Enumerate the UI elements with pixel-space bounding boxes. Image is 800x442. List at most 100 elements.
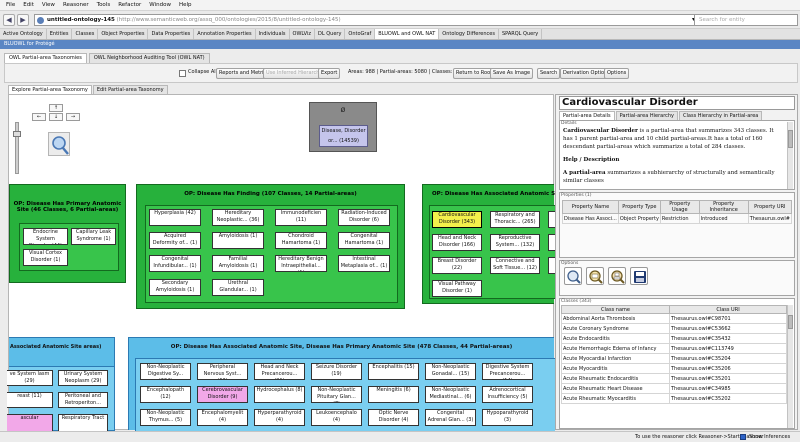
tab-partial-area-hierarchy[interactable]: Partial-area Hierarchy: [615, 111, 679, 120]
partial-area-cell[interactable]: Adrenocortical Insufficiency (5): [482, 386, 533, 403]
partial-area-cell[interactable]: Peripheral Nervous Syst... (63): [197, 363, 248, 380]
entity-search-input[interactable]: Search for entity: [694, 14, 798, 26]
tab-partial-area-details[interactable]: Partial-area Details: [559, 111, 615, 120]
table-row[interactable]: Disease Has Associ... Object Property Re…: [562, 213, 793, 224]
partial-area-cell[interactable]: Non-Neoplastic Thymus... (5): [140, 409, 191, 426]
partial-area-cell[interactable]: Hyperparathyroid (4): [254, 409, 305, 426]
partial-area-cell[interactable]: Secondary Amyloidosis (1): [149, 279, 201, 296]
partial-area-cell[interactable]: Hereditary Neoplastic... (36): [212, 209, 264, 226]
tab-individuals[interactable]: Individuals: [256, 29, 290, 39]
partial-area-cell[interactable]: Reproductive System... (132): [490, 234, 540, 251]
forward-arrow-icon[interactable]: ▶: [17, 14, 29, 26]
pan-down-icon[interactable]: ↓: [49, 113, 63, 121]
column-header[interactable]: Class name: [561, 305, 670, 314]
back-arrow-icon[interactable]: ◀: [3, 14, 15, 26]
partial-area-cell[interactable]: Hyperplasia (42): [149, 209, 201, 226]
collapse-all-checkbox[interactable]: [179, 70, 186, 77]
root-area[interactable]: Ø Disease, Disorder or... (14539): [309, 102, 377, 152]
magnifier-icon[interactable]: [48, 132, 70, 156]
partial-area-cell[interactable]: Amyloidosis (1): [212, 232, 264, 249]
partial-area-cell[interactable]: Visual Cortex Disorder (1): [23, 249, 68, 266]
partial-area-cell[interactable]: Visual Pathway Disorder (1): [432, 280, 482, 297]
partial-area-cell[interactable]: Non-Neoplastic Digestive Sy... (234): [140, 363, 191, 380]
partial-area-cell[interactable]: Non-Neoplastic Mediastinal... (6): [425, 386, 476, 403]
tab-data-properties[interactable]: Data Properties: [148, 29, 195, 39]
menu-refactor[interactable]: Refactor: [118, 2, 141, 8]
hierarchy-view-icon[interactable]: [608, 267, 626, 285]
table-row[interactable]: Acute Endocarditis Thesaurus.owl#C35432: [561, 333, 787, 344]
area-disease-has-finding[interactable]: OP: Disease Has Finding (107 Classes, 14…: [136, 184, 405, 309]
zoom-slider[interactable]: [13, 122, 21, 174]
column-header[interactable]: Property URI: [747, 200, 793, 214]
partial-area-cell[interactable]: Digestive System Precancerou... (14): [482, 363, 533, 380]
partial-area-cell[interactable]: Encephalopath (12): [140, 386, 191, 403]
pan-right-icon[interactable]: →: [66, 113, 80, 121]
tab-partial-area-taxonomies[interactable]: OWL Partial-area Taxonomies: [4, 53, 87, 63]
pan-left-icon[interactable]: ←: [32, 113, 46, 121]
table-row[interactable]: Abdominal Aorta Thrombosis Thesaurus.owl#…: [561, 313, 787, 324]
partial-area-cell[interactable]: Immunodeficien (11): [275, 209, 327, 226]
expand-hierarchy-icon[interactable]: [586, 267, 604, 285]
inferred-hierarchy-button[interactable]: Use Inferred Hierarchy: [263, 68, 326, 79]
partial-area-cell[interactable]: Non-Neoplastic Pituitary Glan... (7): [311, 386, 362, 403]
area-assoc-and-primary-site[interactable]: OP: Disease Has Associated Anatomic Site…: [128, 337, 555, 431]
zoom-search-icon[interactable]: [564, 267, 582, 285]
classes-scrollbar[interactable]: [787, 305, 793, 428]
partial-area-cell[interactable]: Hydrocephalus (8): [254, 386, 305, 403]
zoom-slider-knob[interactable]: [13, 131, 21, 137]
ontology-iri-field[interactable]: untitled-ontology-145 (http://www.semant…: [34, 14, 698, 26]
partial-area-cell[interactable]: Connective and Soft Tissue... (12): [490, 257, 540, 274]
tab-annotation-properties[interactable]: Annotation Properties: [194, 29, 256, 39]
partial-area-cell[interactable]: Capillary Leak Syndrome (1): [71, 228, 116, 245]
column-header[interactable]: Property Type: [617, 200, 661, 214]
save-as-image-button[interactable]: Save As Image: [490, 68, 534, 79]
partial-area-cell[interactable]: Congenital Infundibular... (1): [149, 255, 201, 272]
partial-area-cell[interactable]: reast (11): [7, 392, 53, 408]
partial-area-cell[interactable]: ve System lasm (29): [7, 370, 53, 386]
tab-entities[interactable]: Entities: [47, 29, 73, 39]
partial-area-cell[interactable]: Acquired Deformity of... (1): [149, 232, 201, 249]
export-button[interactable]: Export: [318, 68, 341, 79]
return-to-root-button[interactable]: Return to Root: [453, 68, 496, 79]
tab-class-hierarchy[interactable]: Class Hierarchy in Partial-area: [679, 111, 763, 120]
area-primary-anatomic-site[interactable]: OP: Disease Has Primary Anatomic Site (4…: [9, 184, 126, 283]
tab-dl-query[interactable]: DL Query: [315, 29, 346, 39]
table-row[interactable]: Acute Myocarditis Thesaurus.owl#C35206: [561, 363, 787, 374]
tab-owlviz[interactable]: OWLViz: [290, 29, 315, 39]
partial-area-cell[interactable]: Urethral Glandular... (1): [212, 279, 264, 296]
tab-bluowl[interactable]: BLUOWL and OWL NAT: [375, 29, 440, 39]
partial-area-cell[interactable]: Breast Disorder (22): [432, 257, 482, 274]
area-assoc-primary-partial[interactable]: Associated Anatomic Site areas) ve Syste…: [7, 337, 115, 432]
partial-area-cell[interactable]: Respiratory Tract: [58, 414, 108, 432]
partial-area-cell[interactable]: Urinary System Neoplasm (29): [58, 370, 108, 386]
partial-area-cell[interactable]: Head and Neck Precancerou... (21): [254, 363, 305, 380]
partial-area-cell[interactable]: Optic Nerve Disorder (4): [368, 409, 419, 426]
partial-area-cell[interactable]: Encephalomyelit (4): [197, 409, 248, 426]
show-inferences-checkbox[interactable]: [740, 434, 746, 440]
column-header[interactable]: Class URI: [669, 305, 787, 314]
partial-area-cell[interactable]: Radiation-Induced Disorder (6): [338, 209, 390, 226]
table-row[interactable]: Acute Rheumatic Myocarditis Thesaurus.owl…: [561, 393, 787, 404]
tab-edit-taxonomy[interactable]: Edit Partial-area Taxonomy: [92, 85, 168, 94]
details-scrollbar[interactable]: [787, 122, 793, 189]
partial-area-cell[interactable]: Respiratory and Thoracic... (265): [490, 211, 540, 228]
partial-area-cell[interactable]: Chondroid Hamartoma (1): [275, 232, 327, 249]
partial-area-cell[interactable]: Non-Neoplastic Gonadal... (15): [425, 363, 476, 380]
tab-ontology-differences[interactable]: Ontology Differences: [439, 29, 499, 39]
partial-area-cell[interactable]: Seizure Disorder (19): [311, 363, 362, 380]
partial-area-cell[interactable]: Endocrine System Disorder (44): [23, 228, 68, 245]
column-header[interactable]: Property Inheritance: [698, 200, 749, 214]
root-partial-area[interactable]: Disease, Disorder or... (14539): [319, 125, 368, 147]
menu-edit[interactable]: Edit: [23, 2, 34, 8]
partial-area-cell[interactable]: Head and Neck Disorder (166): [432, 234, 482, 251]
tab-ontograf[interactable]: OntoGraf: [345, 29, 376, 39]
tab-classes[interactable]: Classes: [72, 29, 99, 39]
partial-area-cell-selected[interactable]: Cardiovascular Disorder (343): [432, 211, 482, 228]
search-button[interactable]: Search: [537, 68, 561, 79]
partial-area-cell[interactable]: Congenital Hamartoma (1): [338, 232, 390, 249]
column-header[interactable]: Property Name: [562, 200, 619, 214]
table-row[interactable]: Acute Coronary Syndrome Thesaurus.owl#C53…: [561, 323, 787, 334]
area-associated-anatomic-site[interactable]: OP: Disease Has Associated Anatomic Site…: [422, 184, 563, 304]
table-row[interactable]: Acute Rheumatic Heart Disease Thesaurus.o…: [561, 383, 787, 394]
partial-area-cell[interactable]: Congenital Adrenal Glan... (3): [425, 409, 476, 426]
